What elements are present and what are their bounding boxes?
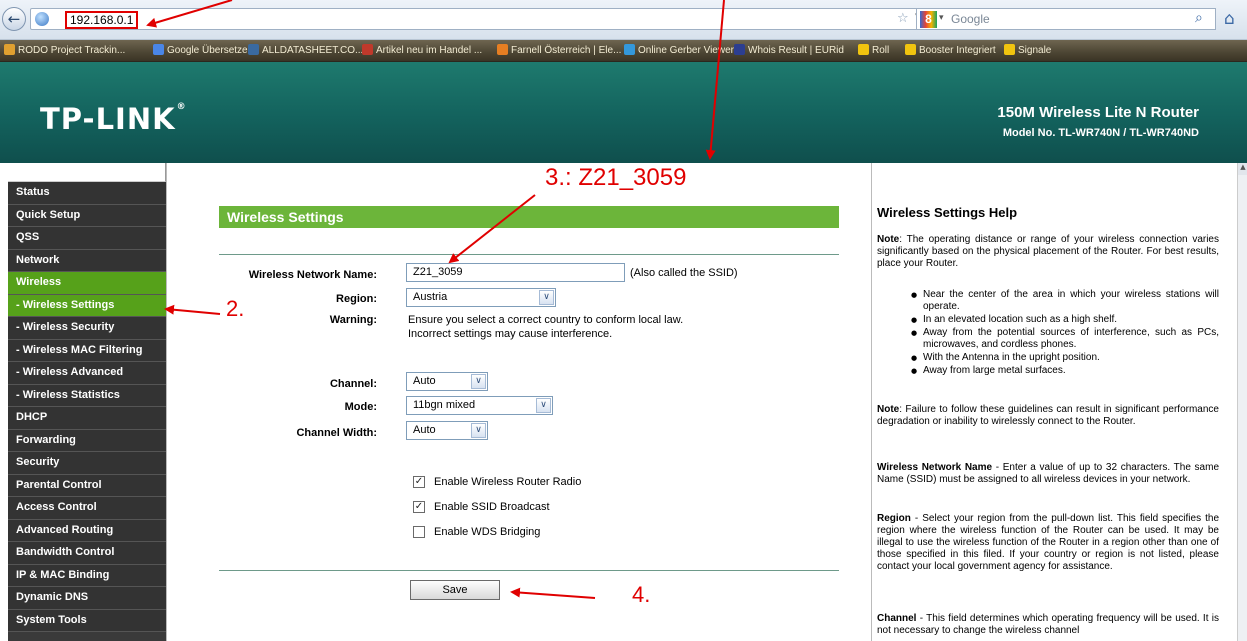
screenshot-root: ← 192.168.0.1 ☆ ▽ C 8 ▾ Google ⌕ ⌂ RODO …: [0, 0, 1247, 641]
annotation-step-2: 2.: [226, 296, 245, 321]
annotation-arrow-ssid: [448, 194, 536, 264]
annotation-step-3: 3.: Z21_3059: [545, 164, 687, 191]
annotation-arrows: [146, 0, 725, 599]
annotation-arrow-url: [146, 0, 233, 28]
annotation-arrow-save: [510, 587, 596, 599]
annotation-step-4: 4.: [632, 582, 651, 607]
annotation-arrow-menu: [164, 304, 221, 315]
annotation-arrow-top: [705, 0, 725, 160]
